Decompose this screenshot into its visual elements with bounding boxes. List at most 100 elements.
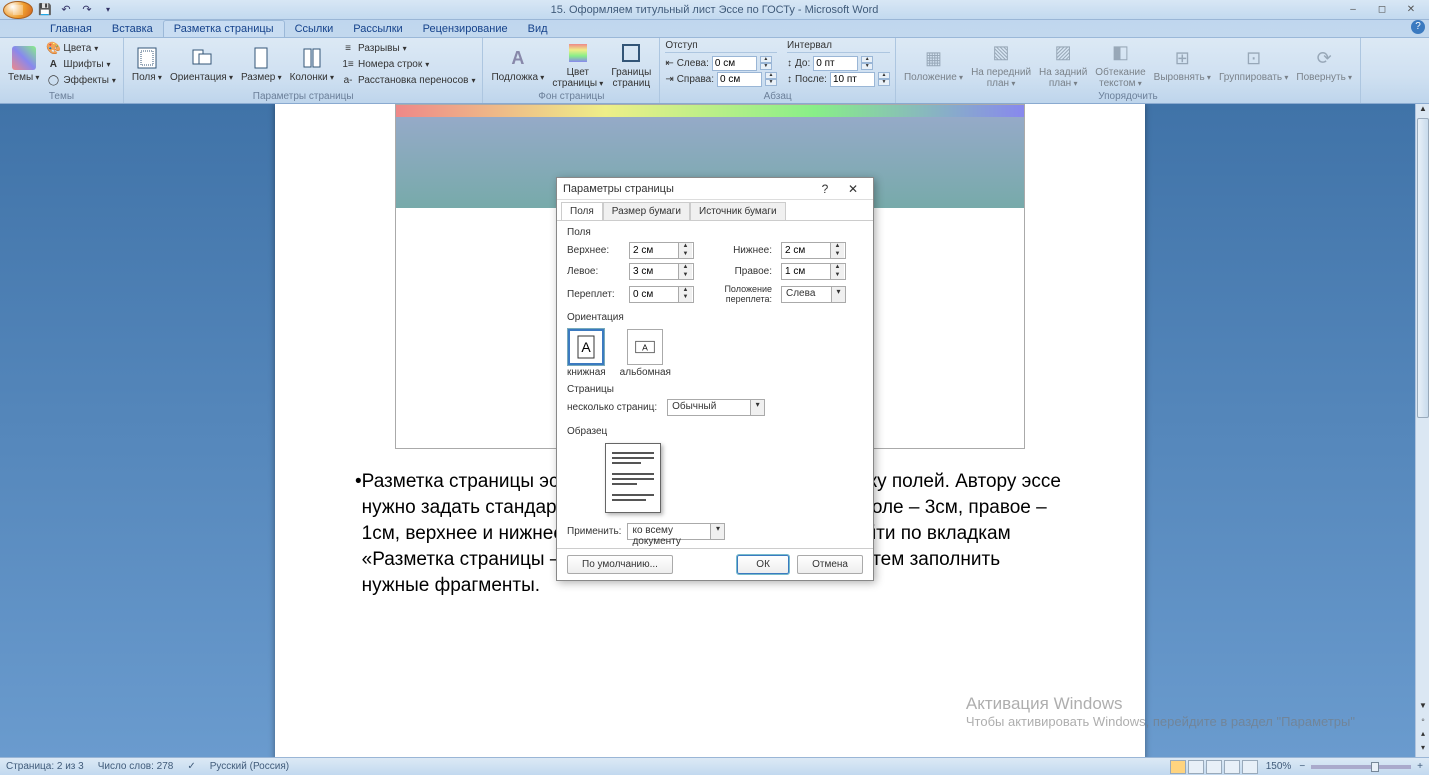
align-button[interactable]: ⊞Выровнять [1151, 40, 1214, 89]
top-margin-input[interactable]: ▲▼ [629, 242, 694, 259]
orientation-button[interactable]: Ориентация [167, 40, 236, 89]
view-full-screen[interactable] [1188, 760, 1204, 774]
indent-left-input[interactable] [712, 56, 757, 71]
pages-section-label: Страницы [567, 384, 863, 395]
view-draft[interactable] [1242, 760, 1258, 774]
spin-down[interactable]: ▼ [878, 79, 890, 86]
tab-mailings[interactable]: Рассылки [343, 21, 412, 37]
spacing-header: Интервал [787, 40, 890, 53]
dialog-close-button[interactable]: ✕ [839, 182, 867, 196]
spin-up[interactable]: ▲ [760, 56, 772, 63]
theme-effects[interactable]: ◯Эффекты [44, 72, 117, 88]
view-print-layout[interactable] [1170, 760, 1186, 774]
tab-insert[interactable]: Вставка [102, 21, 163, 37]
browse-object-button[interactable]: ◦ [1416, 715, 1429, 729]
scroll-thumb[interactable] [1417, 118, 1429, 418]
spin-up[interactable]: ▲ [861, 56, 873, 63]
landscape-button[interactable]: A альбомная [620, 329, 671, 378]
page-borders-button[interactable]: Границы страниц [608, 40, 654, 89]
dialog-tab-source[interactable]: Источник бумаги [690, 202, 786, 220]
vertical-scrollbar[interactable]: ▲ ▼ ◦ ▴ ▾ [1415, 104, 1429, 757]
scroll-down-button[interactable]: ▼ [1416, 701, 1429, 715]
help-icon[interactable]: ? [1411, 20, 1425, 34]
view-web-layout[interactable] [1206, 760, 1222, 774]
dialog-tab-paper[interactable]: Размер бумаги [603, 202, 690, 220]
default-button[interactable]: По умолчанию... [567, 555, 673, 574]
dialog-help-button[interactable]: ? [811, 182, 839, 196]
position-button[interactable]: ▦Положение [901, 40, 966, 89]
preview-label: Образец [567, 426, 863, 437]
minimize-button[interactable]: – [1339, 1, 1367, 18]
gutter-input[interactable]: ▲▼ [629, 286, 694, 303]
status-proofing[interactable]: ✓ [187, 761, 195, 772]
left-margin-input[interactable]: ▲▼ [629, 263, 694, 280]
tab-references[interactable]: Ссылки [285, 21, 344, 37]
maximize-button[interactable]: ◻ [1368, 1, 1396, 18]
status-word-count[interactable]: Число слов: 278 [98, 761, 174, 772]
line-numbers-button[interactable]: 1≡Номера строк [339, 56, 477, 72]
theme-fonts[interactable]: AШрифты [44, 56, 117, 72]
view-outline[interactable] [1224, 760, 1240, 774]
portrait-button[interactable]: A книжная [567, 329, 606, 378]
office-button[interactable] [3, 1, 33, 19]
group-arrange-label: Упорядочить [901, 91, 1355, 103]
columns-icon [300, 46, 324, 70]
spin-up[interactable]: ▲ [765, 72, 777, 79]
spin-down[interactable]: ▼ [861, 63, 873, 70]
group-page-bg-label: Фон страницы [488, 91, 654, 103]
prev-page-button[interactable]: ▴ [1416, 729, 1429, 743]
margins-button[interactable]: Поля [129, 40, 165, 89]
spin-down[interactable]: ▼ [760, 63, 772, 70]
bring-front-button[interactable]: ▧На передний план [968, 40, 1034, 89]
spin-up[interactable]: ▲ [878, 72, 890, 79]
effects-icon: ◯ [46, 73, 60, 87]
tab-review[interactable]: Рецензирование [413, 21, 518, 37]
ok-button[interactable]: ОК [737, 555, 789, 574]
size-button[interactable]: Размер [238, 40, 285, 89]
watermark-button[interactable]: A Подложка [488, 40, 547, 89]
qat-customize[interactable] [99, 1, 117, 19]
rotate-button[interactable]: ⟳Повернуть [1293, 40, 1355, 89]
multipage-combo[interactable]: Обычный▾ [667, 399, 765, 416]
landscape-icon: A [627, 329, 663, 365]
indent-right-input[interactable] [717, 72, 762, 87]
breaks-button[interactable]: ≡Разрывы [339, 40, 477, 56]
theme-colors[interactable]: 🎨Цвета [44, 40, 117, 56]
apply-to-combo[interactable]: ко всему документу▾ [627, 523, 725, 540]
send-back-button[interactable]: ▨На задний план [1036, 40, 1090, 89]
text-wrap-icon: ◧ [1108, 41, 1132, 65]
dialog-tab-margins[interactable]: Поля [561, 202, 603, 220]
close-button[interactable]: ✕ [1397, 1, 1425, 18]
rotate-icon: ⟳ [1312, 46, 1336, 70]
tab-page-layout[interactable]: Разметка страницы [163, 20, 285, 37]
indent-left-row: ⇤ Слева: ▲▼ [665, 55, 777, 71]
zoom-out-button[interactable]: − [1299, 761, 1305, 772]
next-page-button[interactable]: ▾ [1416, 743, 1429, 757]
qat-save[interactable]: 💾 [36, 1, 54, 19]
zoom-slider[interactable] [1311, 765, 1411, 769]
bottom-margin-input[interactable]: ▲▼ [781, 242, 846, 259]
tab-view[interactable]: Вид [518, 21, 558, 37]
text-wrap-button[interactable]: ◧Обтекание текстом [1092, 40, 1148, 89]
zoom-percent[interactable]: 150% [1266, 761, 1292, 772]
spin-down[interactable]: ▼ [765, 79, 777, 86]
qat-undo[interactable]: ↶ [57, 1, 75, 19]
zoom-in-button[interactable]: + [1417, 761, 1423, 772]
status-page[interactable]: Страница: 2 из 3 [6, 761, 84, 772]
group-themes-label: Темы [5, 91, 118, 103]
hyphenation-button[interactable]: a-Расстановка переносов [339, 72, 477, 88]
right-margin-input[interactable]: ▲▼ [781, 263, 846, 280]
cancel-button[interactable]: Отмена [797, 555, 863, 574]
gutter-pos-combo[interactable]: Слева▾ [781, 286, 846, 303]
tab-home[interactable]: Главная [40, 21, 102, 37]
themes-button[interactable]: Темы [5, 40, 42, 89]
zoom-thumb[interactable] [1371, 762, 1379, 772]
page-color-button[interactable]: Цвет страницы [549, 40, 606, 89]
spacing-before-input[interactable] [813, 56, 858, 71]
scroll-up-button[interactable]: ▲ [1416, 104, 1429, 118]
group-button[interactable]: ⊡Группировать [1216, 40, 1291, 89]
status-language[interactable]: Русский (Россия) [210, 761, 289, 772]
qat-redo[interactable]: ↷ [78, 1, 96, 19]
spacing-after-input[interactable] [830, 72, 875, 87]
columns-button[interactable]: Колонки [287, 40, 337, 89]
